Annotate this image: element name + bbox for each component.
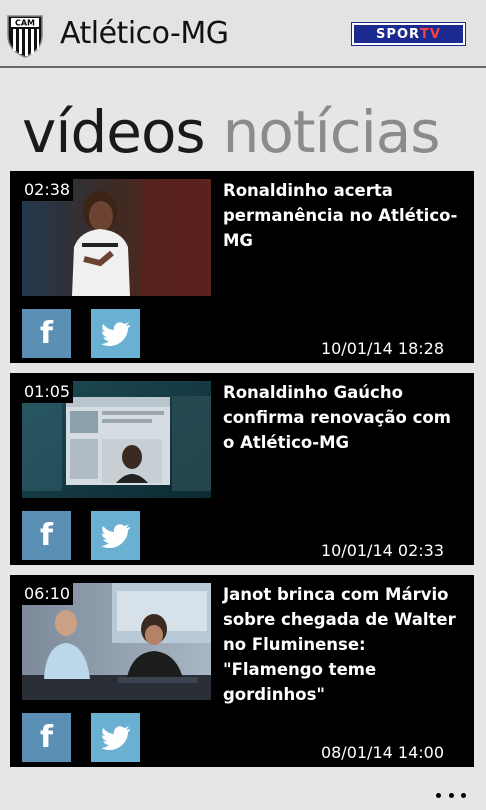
facebook-icon: f xyxy=(39,315,54,351)
video-title[interactable]: Janot brinca com Márvio sobre chegada de… xyxy=(223,582,463,707)
facebook-share-button[interactable]: f xyxy=(22,309,71,358)
twitter-icon xyxy=(100,321,130,346)
video-timestamp: 10/01/14 02:33 xyxy=(320,541,444,560)
facebook-icon: f xyxy=(39,517,54,553)
video-title[interactable]: Ronaldinho acerta permanência no Atlétic… xyxy=(223,178,463,253)
pivot-header: vídeos notícias xyxy=(22,97,441,167)
facebook-share-button[interactable]: f xyxy=(22,713,71,762)
video-duration: 06:10 xyxy=(22,583,74,605)
pivot-tab-noticias[interactable]: notícias xyxy=(223,98,441,166)
video-thumbnail[interactable]: 06:10 xyxy=(22,583,211,700)
app-header: CAM Atlético-MG SPOR TV xyxy=(0,0,486,68)
pivot-tab-videos[interactable]: vídeos xyxy=(22,98,206,166)
sportv-logo-tv: TV xyxy=(420,26,441,42)
ellipsis-icon[interactable] xyxy=(436,788,466,802)
sportv-logo-sport: SPOR xyxy=(376,26,420,42)
twitter-icon xyxy=(100,725,130,750)
video-timestamp: 08/01/14 14:00 xyxy=(320,743,444,762)
video-card[interactable]: 06:10 Janot brinca com Márvio sobre cheg… xyxy=(10,575,474,767)
video-title[interactable]: Ronaldinho Gaúcho confirma renovação com… xyxy=(223,380,463,455)
video-thumbnail[interactable]: 02:38 xyxy=(22,179,211,296)
twitter-share-button[interactable] xyxy=(91,713,140,762)
crest-text: CAM xyxy=(15,19,35,28)
facebook-share-button[interactable]: f xyxy=(22,511,71,560)
video-thumbnail[interactable]: 01:05 xyxy=(22,381,211,498)
atletico-crest-icon: CAM xyxy=(7,15,43,58)
facebook-icon: f xyxy=(39,719,54,755)
video-duration: 01:05 xyxy=(22,381,74,403)
twitter-share-button[interactable] xyxy=(91,511,140,560)
page-title: Atlético-MG xyxy=(60,16,229,51)
twitter-share-button[interactable] xyxy=(91,309,140,358)
video-duration: 02:38 xyxy=(22,179,74,201)
sportv-logo: SPOR TV xyxy=(352,23,465,45)
ellipsis-dot xyxy=(461,792,466,798)
ellipsis-dot xyxy=(448,792,454,798)
video-card[interactable]: 02:38 Ronaldinho acerta permanência no A… xyxy=(10,171,474,363)
twitter-icon xyxy=(100,523,130,548)
video-card[interactable]: 01:05 Ronaldinho Gaúcho confirma renovaç… xyxy=(10,373,474,565)
ellipsis-dot xyxy=(436,792,441,798)
video-timestamp: 10/01/14 18:28 xyxy=(320,339,444,358)
